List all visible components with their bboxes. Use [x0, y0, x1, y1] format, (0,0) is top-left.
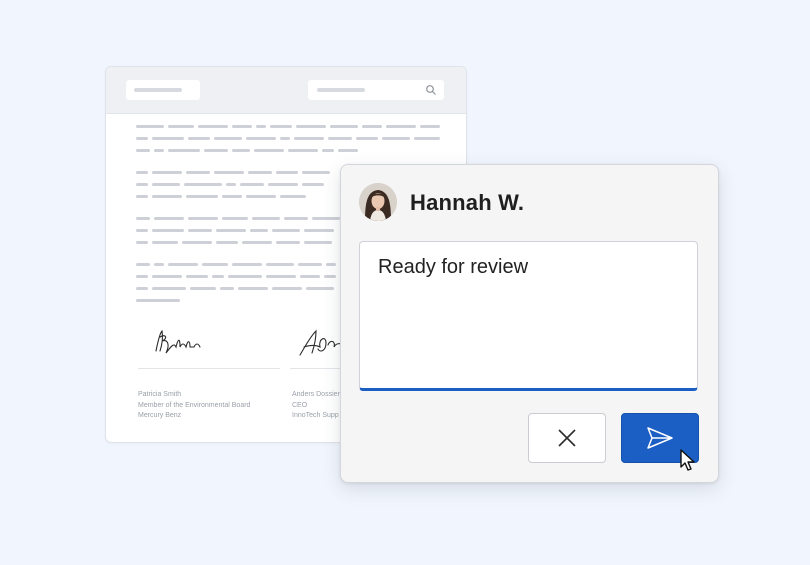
- signer-role: Member of the Environmental Board: [138, 401, 251, 409]
- signer-company: InnoTech Supp: [292, 412, 339, 419]
- search-icon[interactable]: [425, 84, 437, 96]
- signer-name: Patricia Smith: [138, 391, 182, 398]
- comment-dialog: Hannah W. Ready for review: [340, 164, 719, 483]
- signer-anders: Anders Dossier CEO InnoTech Supp: [292, 390, 340, 422]
- signer-name: Anders Dossier: [292, 391, 340, 398]
- toolbar-title-field: [126, 80, 200, 100]
- comment-input[interactable]: Ready for review: [359, 241, 698, 391]
- send-icon: [647, 427, 673, 449]
- mouse-pointer-icon: [680, 449, 695, 471]
- document-toolbar: [106, 67, 466, 114]
- signature-patricia-smith: [155, 329, 201, 354]
- close-icon: [558, 429, 576, 447]
- document-paragraph: [136, 121, 446, 157]
- signer-role: CEO: [292, 401, 308, 409]
- user-name: Hannah W.: [410, 190, 525, 215]
- cancel-button[interactable]: [528, 413, 606, 463]
- signer-company: Mercury Benz: [138, 412, 182, 419]
- avatar: [359, 183, 397, 221]
- document-search-box[interactable]: [308, 80, 444, 100]
- signer-patricia: Patricia Smith Member of the Environment…: [138, 390, 250, 422]
- signature-anders-dossier: [299, 329, 345, 356]
- user-photo: [359, 183, 397, 221]
